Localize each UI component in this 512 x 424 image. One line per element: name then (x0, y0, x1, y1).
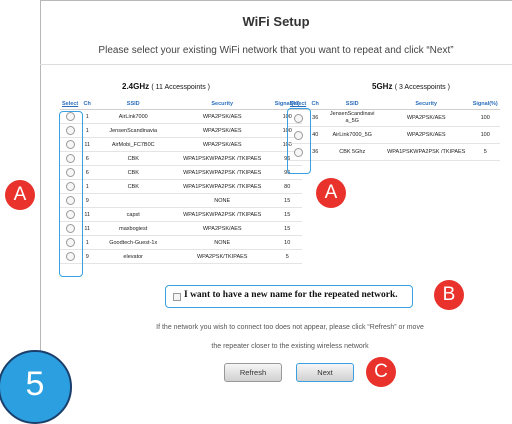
signal-cell: 80 (272, 179, 303, 194)
select-column-highlight-24ghz (59, 111, 83, 277)
callout-b: B (434, 280, 464, 310)
divider (40, 64, 512, 65)
security-cell: WPA2PSK/TKIPAES (172, 249, 273, 264)
network-row[interactable]: 1 JensenScandinavia WPA2PSK/AES 100 (60, 123, 303, 138)
security-cell: WPA1PSKWPA2PSK /TKIPAES (172, 179, 273, 194)
ssid-cell: CBK 5Ghz (322, 143, 383, 161)
help-note: If the network you wish to connect too d… (120, 318, 460, 356)
new-name-option[interactable]: I want to have a new name for the repeat… (165, 285, 413, 308)
signal-cell: 100 (470, 126, 501, 144)
security-cell: WPA1PSKWPA2PSK /TKIPAES (382, 143, 471, 161)
ssid-cell: AirLink7000 (94, 109, 173, 124)
signal-cell: 100 (470, 109, 501, 127)
page-title: WiFi Setup (242, 14, 310, 29)
network-row[interactable]: 11 AirMobi_FC7B0C WPA2PSK/AES 100 (60, 137, 303, 152)
networks-24ghz-table: Select Ch SSID Security Signal(%) 1 AirLink70… (60, 98, 303, 264)
page-subtitle: Please select your existing WiFi network… (98, 45, 454, 56)
ssid-cell: CBK (94, 165, 173, 180)
network-row[interactable]: 1 Goodtech-Guest-1x NONE 10 (60, 235, 303, 250)
callout-a-left: A (5, 180, 35, 210)
callout-a-right: A (316, 178, 346, 208)
ssid-cell: capst (94, 207, 173, 222)
ssid-cell: JensenScandinavi a_5G (322, 109, 383, 127)
security-cell: WPA2PSK/AES (382, 126, 471, 144)
network-row[interactable]: 36 JensenScandinavi a_5G WPA2PSK/AES 100 (288, 109, 501, 127)
column-header: Ch (308, 98, 323, 110)
ssid-cell: elevator (94, 249, 173, 264)
new-name-checkbox[interactable] (173, 293, 181, 301)
network-row[interactable]: 1 AirLink7000 WPA2PSK/AES 100 (60, 109, 303, 124)
next-button[interactable]: Next (296, 363, 354, 382)
column-header: SSID (94, 98, 173, 110)
new-name-label: I want to have a new name for the repeat… (184, 290, 398, 300)
network-row[interactable]: 1 CBK WPA1PSKWPA2PSK /TKIPAES 80 (60, 179, 303, 194)
signal-cell: 10 (272, 235, 303, 250)
ssid-cell: CBK (94, 179, 173, 194)
network-row[interactable]: 9 elevator WPA2PSK/TKIPAES 5 (60, 249, 303, 264)
step-number-badge: 5 (0, 350, 72, 424)
security-cell: WPA1PSKWPA2PSK /TKIPAES (172, 151, 273, 166)
column-header: Security (172, 98, 273, 110)
select-column-highlight-5ghz (287, 108, 311, 174)
signal-cell: 5 (470, 143, 501, 161)
signal-cell: 5 (272, 249, 303, 264)
security-cell: WPA2PSK/AES (172, 109, 273, 124)
band-5ghz-heading: 5GHz ( 3 Accesspoints ) (372, 82, 450, 91)
network-row[interactable]: 36 CBK 5Ghz WPA1PSKWPA2PSK /TKIPAES 5 (288, 143, 501, 161)
ssid-cell: AirMobi_FC7B0C (94, 137, 173, 152)
network-row[interactable]: 11 capst WPA1PSKWPA2PSK /TKIPAES 15 (60, 207, 303, 222)
security-cell: NONE (172, 193, 273, 208)
band-5ghz-count: ( 3 Accesspoints ) (394, 84, 450, 91)
refresh-button[interactable]: Refresh (224, 363, 282, 382)
band-24ghz-count: ( 11 Accesspoints ) (151, 84, 210, 91)
signal-cell: 15 (272, 207, 303, 222)
ssid-cell: AirLink7000_5G (322, 126, 383, 144)
column-header: Security (382, 98, 471, 110)
column-header: Signal(%) (470, 98, 501, 110)
signal-cell: 15 (272, 193, 303, 208)
network-row[interactable]: 9 NONE 15 (60, 193, 303, 208)
security-cell: WPA2PSK/AES (172, 137, 273, 152)
ssid-cell: maxbogiest (94, 221, 173, 236)
security-cell: WPA2PSK/AES (172, 221, 273, 236)
ssid-cell (94, 193, 173, 208)
ssid-cell: Goodtech-Guest-1x (94, 235, 173, 250)
network-row[interactable]: 40 AirLink7000_5G WPA2PSK/AES 100 (288, 126, 501, 144)
signal-cell: 15 (272, 221, 303, 236)
ssid-cell: JensenScandinavia (94, 123, 173, 138)
security-cell: WPA1PSKWPA2PSK /TKIPAES (172, 165, 273, 180)
column-header: Ch (80, 98, 95, 110)
ssid-cell: CBK (94, 151, 173, 166)
column-header: SSID (322, 98, 383, 110)
network-row[interactable]: 6 CBK WPA1PSKWPA2PSK /TKIPAES 96 (60, 151, 303, 166)
band-5ghz-name: 5GHz (372, 82, 393, 91)
callout-c: C (366, 357, 396, 387)
security-cell: WPA2PSK/AES (172, 123, 273, 138)
band-24ghz-heading: 2.4GHz ( 11 Accesspoints ) (122, 82, 210, 91)
network-row[interactable]: 6 CBK WPA1PSKWPA2PSK /TKIPAES 96 (60, 165, 303, 180)
band-24ghz-name: 2.4GHz (122, 82, 150, 91)
security-cell: NONE (172, 235, 273, 250)
security-cell: WPA1PSKWPA2PSK /TKIPAES (172, 207, 273, 222)
help-note-line1: If the network you wish to connect too d… (156, 324, 424, 331)
column-header: Select (60, 98, 81, 110)
security-cell: WPA2PSK/AES (382, 109, 471, 127)
networks-5ghz-table: Select Ch SSID Security Signal(%) 36 JensenSc… (288, 98, 501, 161)
network-row[interactable]: 11 maxbogiest WPA2PSK/AES 15 (60, 221, 303, 236)
help-note-line2: the repeater closer to the existing wire… (211, 343, 369, 350)
